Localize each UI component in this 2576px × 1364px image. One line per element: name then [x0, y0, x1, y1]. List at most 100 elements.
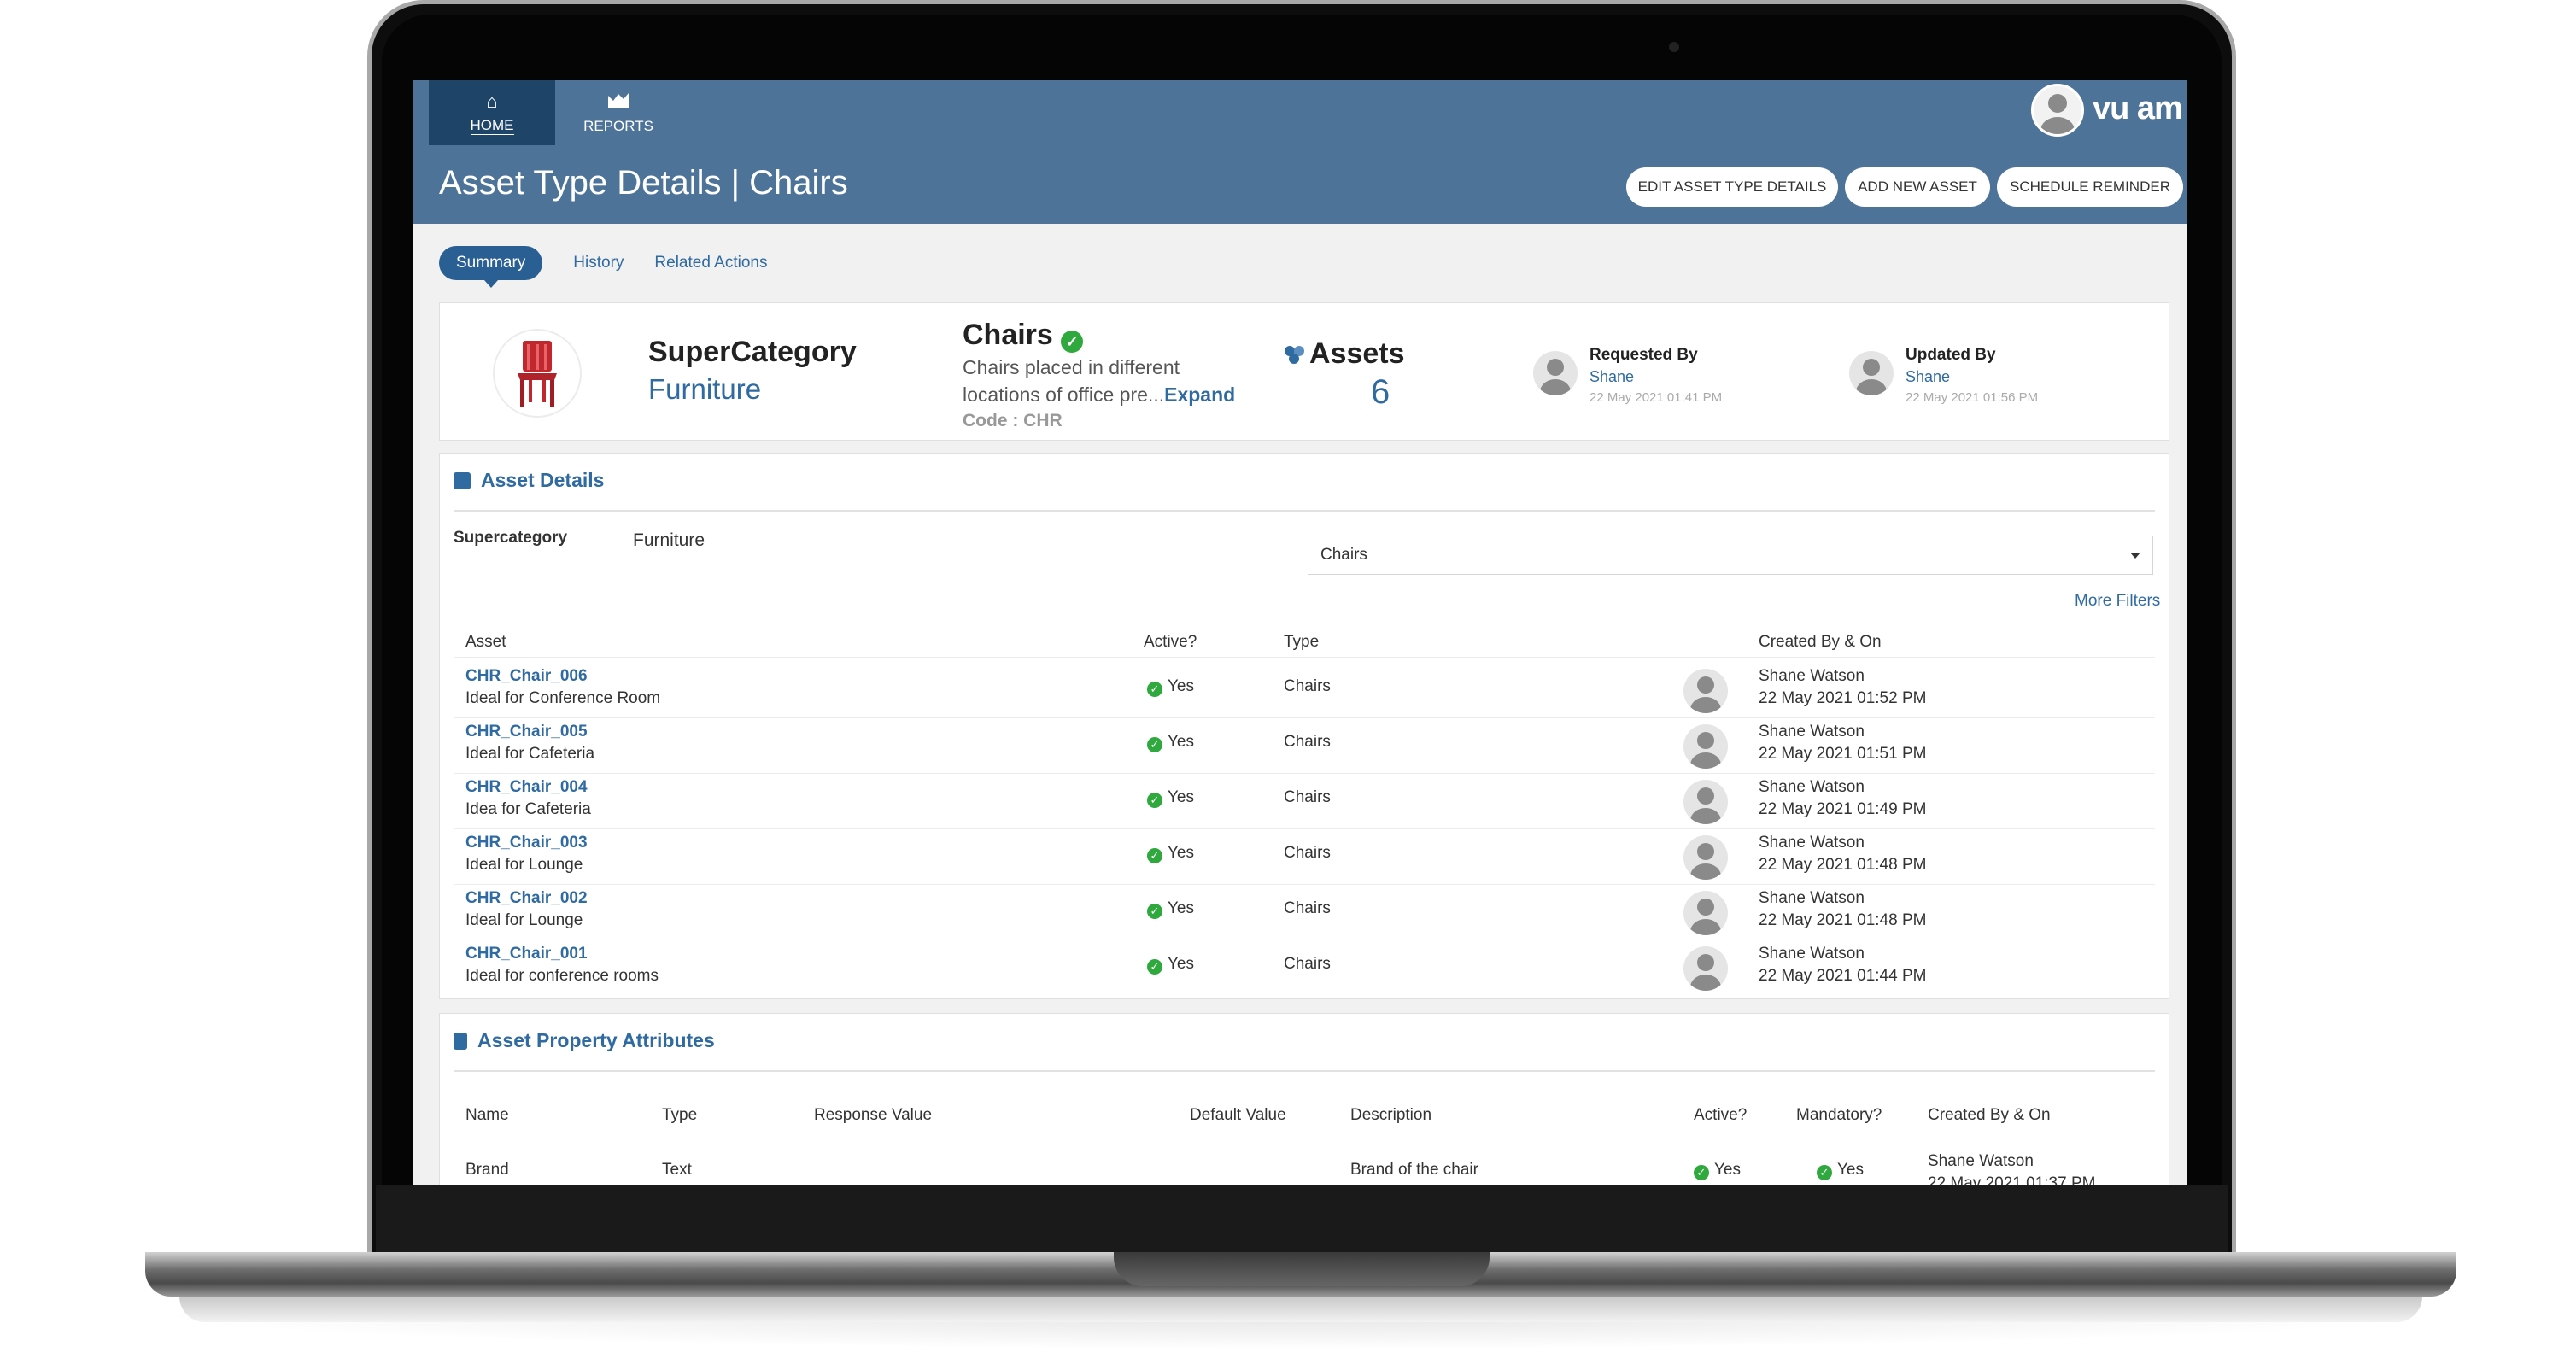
chart-icon: [607, 91, 629, 113]
check-icon: ✓: [1147, 959, 1162, 975]
row-divider: [454, 717, 2155, 718]
row-divider: [454, 828, 2155, 829]
supercategory-label: SuperCategory: [648, 336, 857, 368]
column-header-type[interactable]: Type: [1284, 633, 1319, 652]
asset-details-title: Asset Details: [481, 469, 605, 491]
edit-asset-type-button[interactable]: EDIT ASSET TYPE DETAILS: [1626, 167, 1838, 207]
asset-active: ✓ Yes: [1147, 955, 1194, 975]
check-icon: ✓: [1147, 682, 1162, 697]
page-title: Asset Type Details | Chairs: [439, 164, 848, 202]
created-by: Shane Watson: [1759, 778, 1865, 796]
header-divider: [454, 657, 2155, 658]
attr-name: Brand: [465, 1161, 509, 1179]
asset-type: Chairs: [1284, 899, 1331, 917]
laptop-base-lower: [179, 1297, 2422, 1322]
camera: [1669, 42, 1679, 52]
document-icon: [454, 1032, 467, 1050]
asset-active-text: Yes: [1168, 899, 1194, 917]
creator-avatar: [1683, 669, 1728, 713]
asset-name-link[interactable]: CHR_Chair_002: [465, 889, 588, 908]
laptop-notch: [1114, 1252, 1490, 1286]
attr-column-response[interactable]: Response Value: [814, 1106, 932, 1125]
app-screen: ⌂ HOME REPORTS vu am Asset Type Details …: [413, 80, 2187, 1185]
asset-type: Chairs: [1284, 788, 1331, 806]
asset-name-link[interactable]: CHR_Chair_003: [465, 834, 588, 852]
asset-active: ✓ Yes: [1147, 844, 1194, 863]
supercategory-filter-label: Supercategory: [454, 529, 568, 547]
attr-column-active[interactable]: Active?: [1694, 1106, 1747, 1125]
attr-column-mandatory[interactable]: Mandatory?: [1796, 1106, 1882, 1125]
home-icon: ⌂: [486, 90, 498, 112]
attr-created-by: Shane Watson: [1928, 1152, 2034, 1170]
created-on: 22 May 2021 01:48 PM: [1759, 856, 1927, 874]
assets-count[interactable]: 6: [1371, 373, 1390, 412]
requested-by-label: Requested By: [1590, 346, 1698, 364]
check-icon: ✓: [1817, 1165, 1832, 1180]
attr-mandatory: ✓ Yes: [1817, 1161, 1864, 1180]
creator-avatar: [1683, 891, 1728, 935]
updated-by-name[interactable]: Shane: [1906, 368, 1950, 386]
type-description-line2-text: locations of office pre...: [963, 383, 1165, 406]
attr-column-name[interactable]: Name: [465, 1106, 509, 1125]
creator-avatar: [1683, 724, 1728, 769]
nav-home[interactable]: ⌂ HOME: [429, 80, 555, 145]
add-new-asset-button[interactable]: ADD NEW ASSET: [1845, 167, 1990, 207]
attr-column-description[interactable]: Description: [1350, 1106, 1431, 1125]
tab-summary[interactable]: Summary: [439, 246, 543, 288]
user-avatar[interactable]: [2031, 84, 2084, 137]
assets-label: Assets: [1309, 337, 1405, 370]
asset-type: Chairs: [1284, 955, 1331, 973]
asset-description: Ideal for conference rooms: [465, 967, 659, 985]
creator-avatar: [1683, 780, 1728, 824]
summary-card: SuperCategory Furniture Chairs ✓ Chairs …: [439, 302, 2169, 441]
nav-reports[interactable]: REPORTS: [555, 80, 682, 145]
attr-active: ✓ Yes: [1694, 1161, 1741, 1180]
more-filters-link[interactable]: More Filters: [2075, 592, 2160, 611]
asset-attributes-header: Asset Property Attributes: [454, 1029, 715, 1052]
tab-history[interactable]: History: [573, 254, 624, 272]
asset-details-header: Asset Details: [454, 469, 604, 492]
asset-type: Chairs: [1284, 677, 1331, 695]
attr-column-default[interactable]: Default Value: [1190, 1106, 1286, 1125]
created-on: 22 May 2021 01:49 PM: [1759, 800, 1927, 818]
brand-logo: vu am: [2093, 91, 2183, 126]
asset-active-text: Yes: [1168, 677, 1194, 695]
created-by: Shane Watson: [1759, 723, 1865, 741]
check-icon: ✓: [1147, 793, 1162, 808]
asset-name-link[interactable]: CHR_Chair_006: [465, 667, 588, 686]
column-header-asset[interactable]: Asset: [465, 633, 506, 652]
created-on: 22 May 2021 01:48 PM: [1759, 911, 1927, 929]
divider: [454, 510, 2155, 512]
assets-icon: [1282, 344, 1308, 369]
supercategory-value[interactable]: Furniture: [648, 373, 761, 406]
asset-active-text: Yes: [1168, 955, 1194, 973]
chevron-down-icon: [2130, 553, 2140, 559]
asset-description: Ideal for Conference Room: [465, 689, 661, 707]
schedule-reminder-button[interactable]: SCHEDULE REMINDER: [1997, 167, 2183, 207]
asset-description: Idea for Cafeteria: [465, 800, 591, 818]
asset-name-link[interactable]: CHR_Chair_001: [465, 945, 588, 963]
tab-related-actions[interactable]: Related Actions: [654, 254, 767, 272]
asset-name-link[interactable]: CHR_Chair_005: [465, 723, 588, 741]
updated-by-avatar: [1849, 351, 1894, 395]
divider: [454, 1070, 2155, 1072]
attr-column-type[interactable]: Type: [662, 1106, 697, 1125]
attr-column-created[interactable]: Created By & On: [1928, 1106, 2051, 1125]
asset-active-text: Yes: [1168, 788, 1194, 806]
column-header-active[interactable]: Active?: [1144, 633, 1197, 652]
asset-name-link[interactable]: CHR_Chair_004: [465, 778, 588, 797]
attr-mandatory-text: Yes: [1837, 1161, 1864, 1179]
expand-link[interactable]: Expand: [1164, 383, 1235, 406]
attr-type: Text: [662, 1161, 692, 1179]
asset-active: ✓ Yes: [1147, 788, 1194, 808]
created-by: Shane Watson: [1759, 834, 1865, 852]
requested-by-name[interactable]: Shane: [1590, 368, 1634, 386]
check-icon: ✓: [1694, 1165, 1709, 1180]
row-divider: [454, 773, 2155, 774]
asset-type-select[interactable]: Chairs: [1308, 536, 2153, 575]
attr-description: Brand of the chair: [1350, 1161, 1478, 1179]
asset-description: Ideal for Lounge: [465, 856, 583, 874]
column-header-created[interactable]: Created By & On: [1759, 633, 1882, 652]
created-by: Shane Watson: [1759, 945, 1865, 963]
type-description-line1: Chairs placed in different: [963, 356, 1180, 378]
